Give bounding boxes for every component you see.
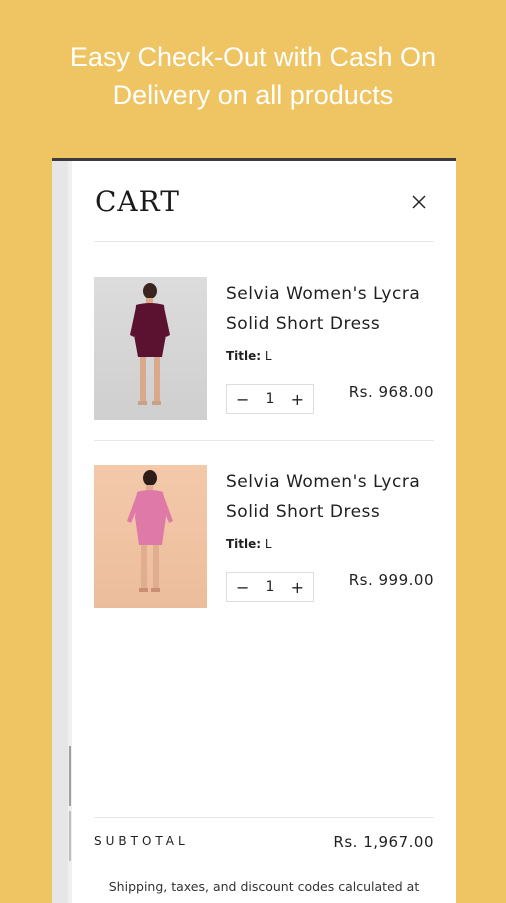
variant-info: Title: L (226, 349, 272, 363)
subtotal-value: Rs. 1,967.00 (333, 833, 434, 851)
cart-item: Selvia Women's Lycra Solid Short Dress T… (94, 277, 434, 422)
promo-headline-line1: Easy Check-Out with Cash On (69, 42, 437, 72)
scrollbar-lower (69, 811, 71, 861)
product-image[interactable] (94, 465, 207, 608)
decrease-quantity-button[interactable]: − (236, 578, 249, 597)
close-icon (412, 195, 426, 209)
promo-headline: Easy Check-Out with Cash On Delivery on … (0, 38, 506, 114)
product-name[interactable]: Selvia Women's Lycra Solid Short Dress (226, 279, 431, 339)
cart-drawer: CART Selvia Women's Lycra Solid Short Dr… (72, 161, 456, 903)
cart-title: CART (95, 185, 180, 218)
woman-in-wine-dress-image (130, 283, 170, 405)
variant-info: Title: L (226, 537, 272, 551)
decrease-quantity-button[interactable]: − (236, 390, 249, 409)
increase-quantity-button[interactable]: + (291, 390, 304, 409)
variant-label: Title: (226, 349, 262, 363)
close-button[interactable] (406, 189, 432, 215)
promo-headline-line2: Delivery on all products (112, 80, 394, 110)
checkout-note: Shipping, taxes, and discount codes calc… (108, 879, 420, 894)
item-price: Rs. 999.00 (348, 571, 434, 589)
footer-divider (94, 817, 434, 818)
phone-screen: CART Selvia Women's Lycra Solid Short Dr… (52, 158, 456, 903)
product-name[interactable]: Selvia Women's Lycra Solid Short Dress (226, 467, 431, 527)
cart-item: Selvia Women's Lycra Solid Short Dress T… (94, 465, 434, 610)
item-price: Rs. 968.00 (348, 383, 434, 401)
subtotal-label: SUBTOTAL (94, 834, 189, 848)
quantity-value[interactable]: 1 (266, 579, 275, 595)
quantity-stepper: − 1 + (226, 384, 314, 414)
scrollbar[interactable] (69, 746, 71, 806)
variant-label: Title: (226, 537, 262, 551)
variant-value: L (264, 349, 272, 363)
variant-value: L (264, 537, 272, 551)
quantity-stepper: − 1 + (226, 572, 314, 602)
product-image[interactable] (94, 277, 207, 420)
header-divider (94, 241, 434, 242)
quantity-value[interactable]: 1 (266, 391, 275, 407)
item-divider (94, 440, 434, 441)
increase-quantity-button[interactable]: + (291, 578, 304, 597)
woman-in-pink-dress-image (127, 470, 173, 592)
